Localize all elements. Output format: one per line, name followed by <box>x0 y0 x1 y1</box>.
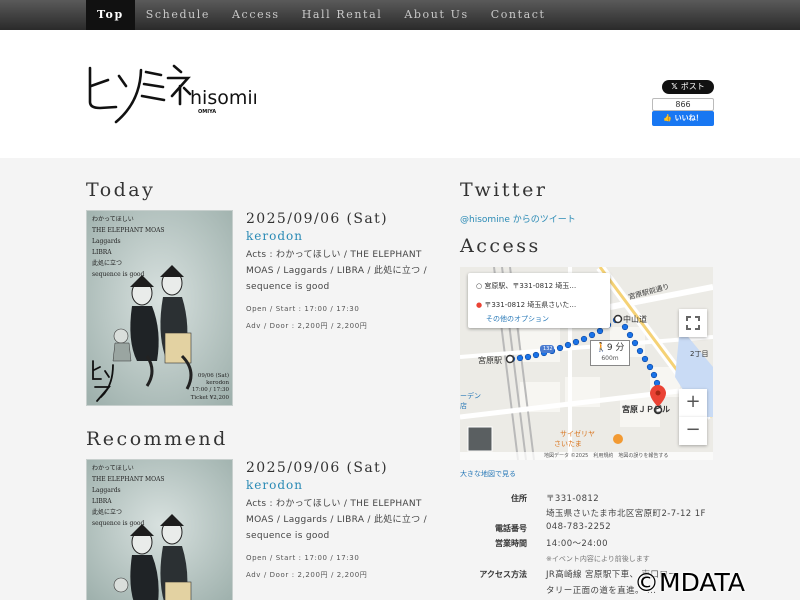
site-header: hisomine OMIYA 𝕏ポスト 866 👍 いいね！ <box>0 30 800 158</box>
svg-text:sequence is good: sequence is good <box>92 520 145 527</box>
embedded-map[interactable]: ○ 宮原駅、〒331-0812 埼玉… ● 〒331-0812 埼玉県さいた… … <box>460 267 713 460</box>
access-heading: Access <box>460 235 541 257</box>
svg-text:LIBRA: LIBRA <box>92 498 112 505</box>
map-attribution[interactable]: 地図データ ©2025 利用規約 地図の誤りを報告する <box>460 452 713 460</box>
nav-item-contact[interactable]: Contact <box>480 0 557 30</box>
map-route-number: 132 <box>543 346 553 352</box>
info-address-line: 埼玉県さいたま市北区宮原町2-7-12 1F <box>546 509 706 519</box>
map-label-partial-2: 店 <box>460 402 467 410</box>
x-logo-icon: 𝕏 <box>671 82 678 91</box>
svg-text:THE ELEPHANT MOAS: THE ELEPHANT MOAS <box>92 476 165 483</box>
x-post-label: ポスト <box>680 82 705 91</box>
fullscreen-button[interactable] <box>679 309 707 337</box>
info-label-access: アクセス方法 <box>479 570 527 579</box>
today-event-name[interactable]: kerodon <box>246 229 303 243</box>
route-destination[interactable]: ● 〒331-0812 埼玉県さいた… <box>476 300 576 310</box>
pin-icon: ● <box>476 301 483 309</box>
svg-text:Laggards: Laggards <box>92 238 121 245</box>
today-event-acts: Acts : わかってほしい / THE ELEPHANT MOAS / Lag… <box>246 250 427 292</box>
top-nav: Top Schedule Access Hall Rental About Us… <box>0 0 800 30</box>
svg-text:17:00 / 17:30: 17:00 / 17:30 <box>192 387 230 393</box>
info-hours-note: ※イベント内容により前後します <box>546 555 650 563</box>
svg-text:THE ELEPHANT MOAS: THE ELEPHANT MOAS <box>92 227 165 234</box>
today-flyer[interactable]: わかってほしい THE ELEPHANT MOAS Laggards LIBRA… <box>86 210 233 406</box>
svg-text:わかってほしい: わかってほしい <box>92 216 134 223</box>
info-label-hours: 営業時間 <box>495 539 527 548</box>
logo-roman: hisomine <box>190 87 256 109</box>
map-label-destination: 宮原ＪＰビル <box>622 405 670 414</box>
svg-text:sequence is good: sequence is good <box>92 271 145 278</box>
nav-item-top[interactable]: Top <box>86 0 135 30</box>
twitter-timeline-link[interactable]: @hisomine からのツイート <box>460 212 576 225</box>
nav-item-access[interactable]: Access <box>221 0 291 30</box>
walk-time-badge: 🚶9 分 600m <box>590 340 630 366</box>
nav-list: Top Schedule Access Hall Rental About Us… <box>86 0 557 30</box>
nav-item-hall-rental[interactable]: Hall Rental <box>291 0 394 30</box>
svg-text:kerodon: kerodon <box>206 380 229 386</box>
today-event-date: 2025/09/06 (Sat) <box>246 211 389 227</box>
recommend-flyer[interactable]: わかってほしい THE ELEPHANT MOAS Laggards LIBRA… <box>86 459 233 600</box>
watermark: ©MDATA <box>634 568 745 597</box>
map-label-station: 宮原駅 <box>478 356 502 365</box>
info-label-phone: 電話番号 <box>495 524 527 533</box>
map-label-saizeriya: サイゼリヤ <box>560 430 595 438</box>
recommend-heading: Recommend <box>86 428 228 450</box>
info-hours: 14:00〜24:00 <box>546 539 608 549</box>
svg-text:09/06 (Sat): 09/06 (Sat) <box>198 372 229 379</box>
svg-text:Ticket ¥2,200: Ticket ¥2,200 <box>191 395 230 401</box>
map-label-partial: ーデン <box>460 392 481 400</box>
recommend-event-date: 2025/09/06 (Sat) <box>246 460 389 476</box>
fullscreen-icon <box>686 316 700 330</box>
larger-map-link[interactable]: 大きな地図で見る <box>460 469 516 479</box>
nav-item-about-us[interactable]: About Us <box>393 0 479 30</box>
walking-person-icon: 🚶 <box>595 343 607 353</box>
site-logo[interactable]: hisomine OMIYA <box>86 62 256 127</box>
info-phone[interactable]: 048-783-2252 <box>546 522 611 532</box>
x-post-button[interactable]: 𝕏 ポスト <box>662 80 714 94</box>
logo-sub: OMIYA <box>198 109 216 115</box>
nav-item-schedule[interactable]: Schedule <box>135 0 221 30</box>
route-origin[interactable]: ○ 宮原駅、〒331-0812 埼玉… <box>476 281 576 291</box>
directions-popup: ○ 宮原駅、〒331-0812 埼玉… ● 〒331-0812 埼玉県さいた… … <box>468 273 610 328</box>
fb-like-label: いいね！ <box>674 114 703 122</box>
twitter-heading: Twitter <box>460 179 548 201</box>
zoom-in-button[interactable]: + <box>679 389 707 417</box>
info-label-address: 住所 <box>511 494 527 503</box>
fb-thumb-icon: 👍 <box>663 114 673 122</box>
zoom-out-button[interactable]: − <box>679 417 707 445</box>
svg-text:此処に立つ: 此処に立つ <box>92 259 122 267</box>
map-label-nakasendo: 中山道 <box>623 315 647 324</box>
more-options-link[interactable]: その他のオプション <box>486 314 549 324</box>
svg-text:LIBRA: LIBRA <box>92 249 112 256</box>
recommend-event-acts: Acts : わかってほしい / THE ELEPHANT MOAS / Lag… <box>246 499 427 541</box>
svg-text:Laggards: Laggards <box>92 487 121 494</box>
svg-text:わかってほしい: わかってほしい <box>92 465 134 472</box>
info-address-postal: 〒331-0812 <box>546 494 600 504</box>
fb-like-count: 866 <box>652 98 714 111</box>
today-adv-door: Adv / Door : 2,200円 / 2,200円 <box>246 322 368 330</box>
map-label-chome: 2丁目 <box>690 350 709 358</box>
recommend-adv-door: Adv / Door : 2,200円 / 2,200円 <box>246 571 368 579</box>
map-label-saizeriya-2: さいたま <box>554 440 582 448</box>
recommend-event-name[interactable]: kerodon <box>246 478 303 492</box>
walk-distance: 600m <box>601 355 619 362</box>
fb-like-button[interactable]: 👍 いいね！ <box>652 111 714 126</box>
today-heading: Today <box>86 179 156 201</box>
today-open-start: Open / Start : 17:00 / 17:30 <box>246 305 360 313</box>
recommend-open-start: Open / Start : 17:00 / 17:30 <box>246 554 360 562</box>
svg-text:此処に立つ: 此処に立つ <box>92 508 122 516</box>
